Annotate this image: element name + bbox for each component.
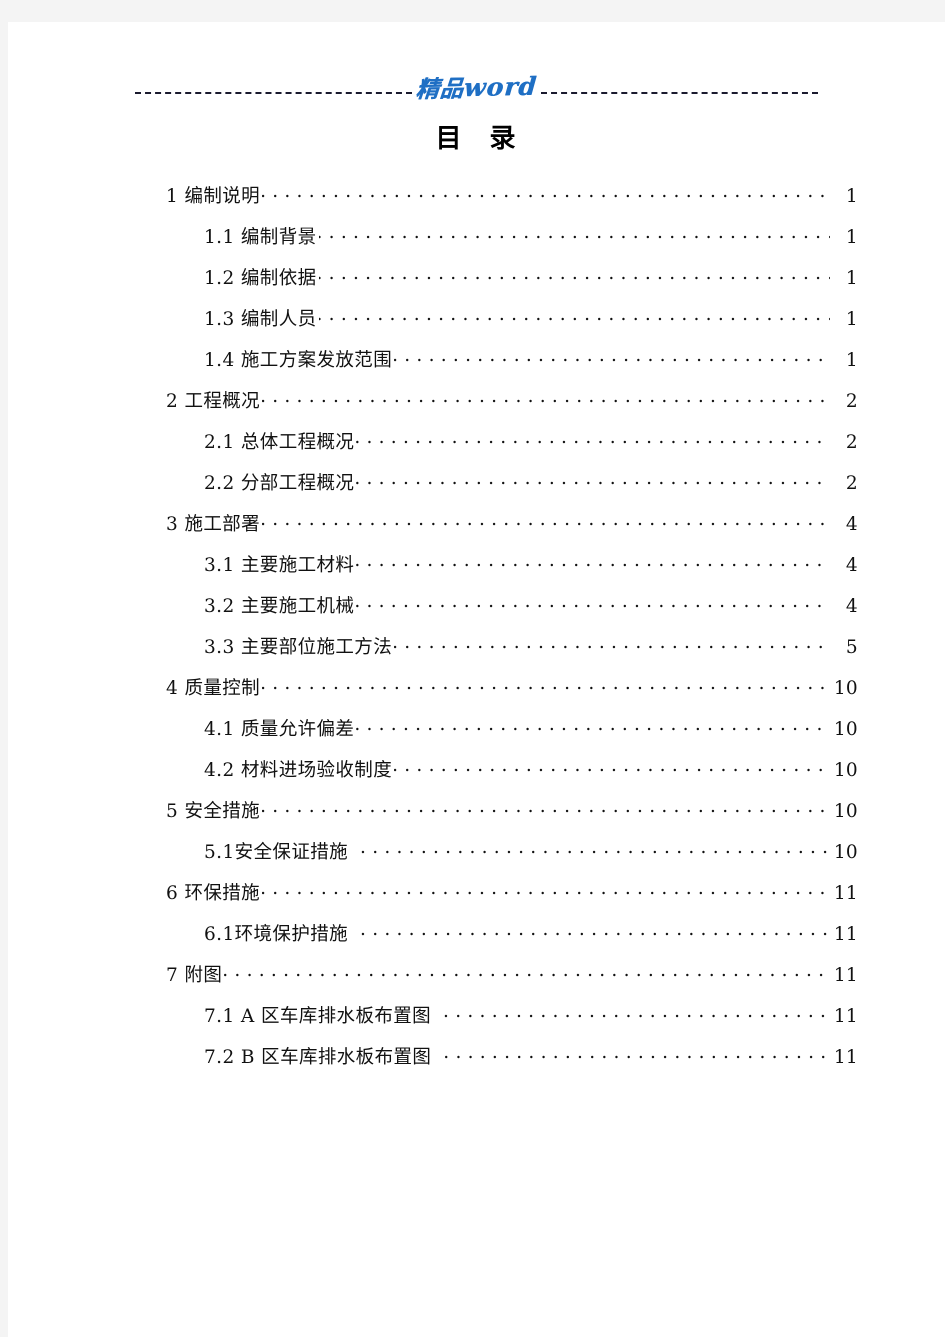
toc-entry-label: 1 编制说明 xyxy=(166,186,261,207)
toc-entry-leader-dots xyxy=(350,840,830,859)
toc-entry[interactable]: 4.2 材料进场验收制度 10 xyxy=(158,756,858,797)
toc-entry-leader-dots xyxy=(433,1045,830,1064)
toc-entry-leader-dots xyxy=(319,225,830,244)
toc-entry-leader-dots xyxy=(262,676,830,695)
toc-entry-page-number: 5 xyxy=(845,637,858,658)
toc-entry[interactable]: 5.1安全保证措施 10 xyxy=(158,838,858,879)
toc-entry-label: 1.4 施工方案发放范围 xyxy=(204,350,393,371)
toc-entry-page-number: 4 xyxy=(845,514,858,535)
toc-entry[interactable]: 5 安全措施 10 xyxy=(158,797,858,838)
toc-entry-page-number: 4 xyxy=(845,596,858,617)
toc-entry-page-number: 2 xyxy=(845,391,858,412)
toc-entry[interactable]: 6 环保措施 11 xyxy=(158,879,858,920)
toc-entry-label: 4.2 材料进场验收制度 xyxy=(204,760,393,781)
toc-entry-leader-dots xyxy=(356,553,830,572)
toc-entry-page-number: 10 xyxy=(833,842,858,863)
page-title: 目录 xyxy=(8,118,945,155)
toc-entry-leader-dots xyxy=(356,471,830,490)
toc-entry-label: 5.1安全保证措施 xyxy=(204,842,349,863)
toc-entry-leader-dots xyxy=(224,963,830,982)
toc-entry-page-number: 11 xyxy=(833,1006,858,1027)
toc-entry-leader-dots xyxy=(262,881,830,900)
table-of-contents: 1 编制说明11.1 编制背景11.2 编制依据11.3 编制人员11.4 施工… xyxy=(158,182,858,1084)
brand-watermark-en: word xyxy=(462,71,539,103)
toc-entry-label: 4.1 质量允许偏差 xyxy=(204,719,355,740)
brand-watermark-cn: 精品 xyxy=(414,76,466,104)
toc-entry[interactable]: 1.2 编制依据 1 xyxy=(158,264,858,305)
toc-entry-leader-dots xyxy=(394,348,830,367)
toc-entry-leader-dots xyxy=(394,635,830,654)
page-title-char-2: 录 xyxy=(489,124,518,154)
toc-entry-leader-dots xyxy=(262,799,830,818)
toc-entry[interactable]: 3.2 主要施工机械 4 xyxy=(158,592,858,633)
toc-entry[interactable]: 7.1 A 区车库排水板布置图 11 xyxy=(158,1002,858,1043)
toc-entry[interactable]: 3.1 主要施工材料 4 xyxy=(158,551,858,592)
toc-entry-leader-dots xyxy=(394,758,830,777)
toc-entry[interactable]: 3 施工部署 4 xyxy=(158,510,858,551)
toc-entry[interactable]: 4 质量控制 10 xyxy=(158,674,858,715)
toc-entry-page-number: 1 xyxy=(845,268,858,289)
toc-entry-label: 1.1 编制背景 xyxy=(204,227,317,248)
toc-entry[interactable]: 1.3 编制人员 1 xyxy=(158,305,858,346)
toc-entry-leader-dots xyxy=(319,307,830,326)
toc-entry-page-number: 11 xyxy=(833,924,858,945)
toc-entry-page-number: 10 xyxy=(833,678,858,699)
toc-entry[interactable]: 1.4 施工方案发放范围 1 xyxy=(158,346,858,387)
toc-entry-label: 2 工程概况 xyxy=(166,391,261,412)
toc-entry-label: 7.1 A 区车库排水板布置图 xyxy=(204,1006,432,1027)
toc-entry[interactable]: 2 工程概况 2 xyxy=(158,387,858,428)
toc-entry-page-number: 10 xyxy=(833,719,858,740)
toc-entry-page-number: 1 xyxy=(845,350,858,371)
toc-entry[interactable]: 7 附图 11 xyxy=(158,961,858,1002)
toc-entry-label: 7.2 B 区车库排水板布置图 xyxy=(204,1047,432,1068)
header-dashed-line-left xyxy=(135,92,413,94)
brand-watermark-logo: 精品word xyxy=(414,71,539,104)
page-header-watermark: 精品word xyxy=(8,66,945,110)
toc-entry-label: 7 附图 xyxy=(166,965,223,986)
toc-entry-leader-dots xyxy=(433,1004,830,1023)
toc-entry-label: 2.2 分部工程概况 xyxy=(204,473,355,494)
toc-entry-page-number: 11 xyxy=(833,883,858,904)
toc-entry[interactable]: 4.1 质量允许偏差 10 xyxy=(158,715,858,756)
toc-entry-page-number: 4 xyxy=(845,555,858,576)
toc-entry-leader-dots xyxy=(262,184,830,203)
toc-entry-page-number: 11 xyxy=(833,965,858,986)
toc-entry-leader-dots xyxy=(350,922,830,941)
toc-entry-page-number: 2 xyxy=(845,473,858,494)
toc-entry-label: 6.1环境保护措施 xyxy=(204,924,349,945)
toc-entry-label: 3.3 主要部位施工方法 xyxy=(204,637,393,658)
toc-entry[interactable]: 1.1 编制背景 1 xyxy=(158,223,858,264)
toc-entry-leader-dots xyxy=(356,594,830,613)
toc-entry-label: 1.3 编制人员 xyxy=(204,309,317,330)
toc-entry-leader-dots xyxy=(319,266,830,285)
toc-entry-leader-dots xyxy=(356,430,830,449)
toc-entry-label: 3 施工部署 xyxy=(166,514,261,535)
toc-entry-page-number: 1 xyxy=(845,309,858,330)
toc-entry-label: 1.2 编制依据 xyxy=(204,268,317,289)
toc-entry[interactable]: 1 编制说明 1 xyxy=(158,182,858,223)
toc-entry-leader-dots xyxy=(262,389,830,408)
toc-entry-label: 6 环保措施 xyxy=(166,883,261,904)
toc-entry-page-number: 10 xyxy=(833,760,858,781)
toc-entry[interactable]: 2.2 分部工程概况 2 xyxy=(158,469,858,510)
toc-entry-page-number: 10 xyxy=(833,801,858,822)
toc-entry-label: 3.1 主要施工材料 xyxy=(204,555,355,576)
toc-entry-leader-dots xyxy=(356,717,830,736)
toc-entry-leader-dots xyxy=(262,512,830,531)
toc-entry-page-number: 11 xyxy=(833,1047,858,1068)
header-dashed-line-right xyxy=(540,92,818,94)
toc-entry[interactable]: 3.3 主要部位施工方法 5 xyxy=(158,633,858,674)
toc-entry[interactable]: 7.2 B 区车库排水板布置图 11 xyxy=(158,1043,858,1084)
toc-entry-label: 4 质量控制 xyxy=(166,678,261,699)
toc-entry-label: 2.1 总体工程概况 xyxy=(204,432,355,453)
page-title-char-1: 目 xyxy=(435,124,464,154)
toc-entry-page-number: 2 xyxy=(845,432,858,453)
document-page: 精品word 目录 1 编制说明11.1 编制背景11.2 编制依据11.3 编… xyxy=(8,22,945,1337)
toc-entry-page-number: 1 xyxy=(845,186,858,207)
toc-entry[interactable]: 6.1环境保护措施 11 xyxy=(158,920,858,961)
toc-entry-page-number: 1 xyxy=(845,227,858,248)
toc-entry-label: 5 安全措施 xyxy=(166,801,261,822)
toc-entry-label: 3.2 主要施工机械 xyxy=(204,596,355,617)
toc-entry[interactable]: 2.1 总体工程概况 2 xyxy=(158,428,858,469)
